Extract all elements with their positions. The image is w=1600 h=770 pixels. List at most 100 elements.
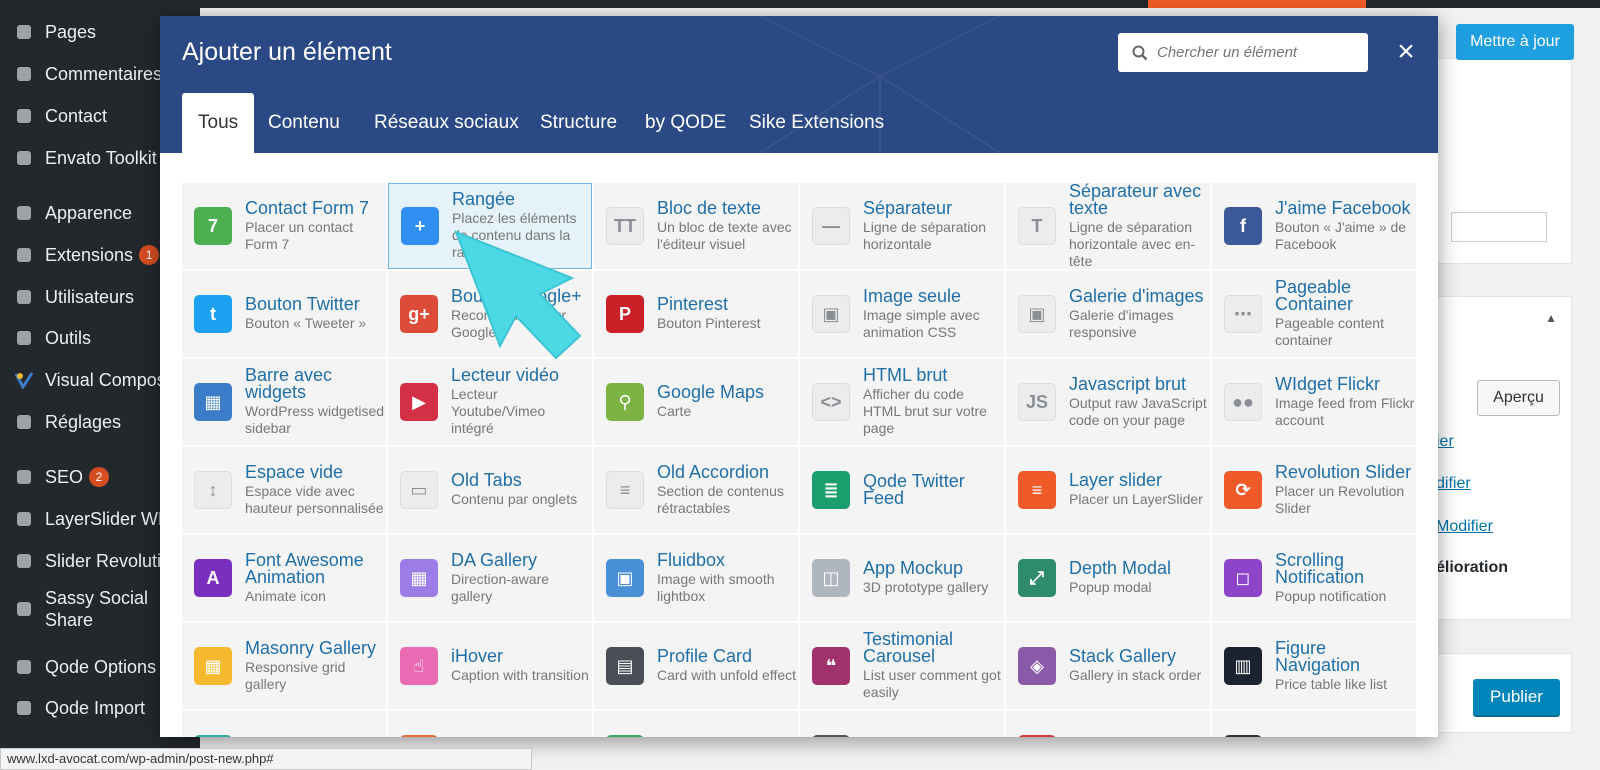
- element-map[interactable]: ⚲ Google Maps Carte: [594, 359, 798, 445]
- element-description: Popup modal: [1069, 579, 1152, 595]
- element-separator[interactable]: — Séparateur Ligne de séparation horizonta…: [800, 183, 1004, 269]
- element-text: J'aime Facebook Bouton « J'aime » de Face…: [1275, 200, 1415, 253]
- element-text: DA Gallery Direction-aware gallery: [451, 552, 591, 605]
- tab-structure[interactable]: Structure: [524, 93, 633, 153]
- element-image-with[interactable]: Image with: [800, 711, 1004, 737]
- element-app-mockup[interactable]: ◫ App Mockup 3D prototype gallery: [800, 535, 1004, 621]
- element-name: Depth Modal: [1069, 560, 1172, 578]
- gallery-icon: ▣: [1018, 295, 1056, 333]
- element-text: Revolution Slider Placer un Revolution Sl…: [1275, 464, 1415, 517]
- element-revolution-slider[interactable]: ⟳ Revolution Slider Placer un Revolution S…: [1212, 447, 1416, 533]
- element-separator-text[interactable]: T Séparateur avec texte Ligne de séparatio…: [1006, 183, 1210, 269]
- search-input[interactable]: [1157, 44, 1347, 61]
- tab-r-seaux-sociaux[interactable]: Réseaux sociaux: [358, 93, 535, 153]
- element-text-block[interactable]: TT Bloc de texte Un bloc de texte avec l'é…: [594, 183, 798, 269]
- update-button[interactable]: Mettre à jour: [1456, 24, 1574, 60]
- element-figure-navigation[interactable]: ▥ Figure Navigation Price table like list: [1212, 623, 1416, 709]
- element-masonry[interactable]: ▦ Masonry Gallery Responsive grid gallery: [182, 623, 386, 709]
- tab-sike-extensions[interactable]: Sike Extensions: [733, 93, 900, 153]
- element-description: Gallery in stack order: [1069, 667, 1202, 683]
- element-font-awesome[interactable]: A Font Awesome Animation Animate icon: [182, 535, 386, 621]
- element-text: Bloc de texte Un bloc de texte avec l'édi…: [657, 200, 797, 253]
- element-stack-gallery[interactable]: ◈ Stack Gallery Gallery in stack order: [1006, 623, 1210, 709]
- depth-modal-icon: ⤢: [1018, 559, 1056, 597]
- element-hover[interactable]: ☝ iHover Caption with transition: [388, 623, 592, 709]
- element-depth-modal[interactable]: ⤢ Depth Modal Popup modal: [1006, 535, 1210, 621]
- sidebar-item-label: Commentaires: [45, 63, 163, 84]
- element-description: Animate icon: [245, 587, 326, 604]
- users-icon: [12, 285, 36, 309]
- element-facebook[interactable]: f J'aime Facebook Bouton « J'aime » de Fac…: [1212, 183, 1416, 269]
- element-text: Galerie d'images Galerie d'images respons…: [1069, 288, 1209, 341]
- edit-link-3[interactable]: Modifier: [1436, 518, 1493, 536]
- element-animate-button[interactable]: Animate Button: [1212, 711, 1416, 737]
- element-name: Font Awesome Animation: [245, 551, 364, 587]
- search-box[interactable]: [1118, 33, 1368, 72]
- element-twitter-feed[interactable]: ≣ Qode Twitter Feed: [800, 447, 1004, 533]
- element-accordion[interactable]: ≡ Old Accordion Section de contenus rétrac…: [594, 447, 798, 533]
- element-empty-space[interactable]: ↕ Espace vide Espace vide avec hauteur per…: [182, 447, 386, 533]
- da-gallery-icon: ▦: [400, 559, 438, 597]
- element-name: J'aime Facebook: [1275, 199, 1411, 218]
- element-name: Séparateur: [863, 199, 953, 218]
- yoast-seo-icon: [194, 735, 232, 737]
- element-description: Price table like list: [1275, 675, 1388, 692]
- element-parallax[interactable]: Parallax: [1006, 711, 1210, 737]
- element-da-gallery[interactable]: ▦ DA Gallery Direction-aware gallery: [388, 535, 592, 621]
- element-pageable[interactable]: ⋯ Pageable Container Pageable content cont…: [1212, 271, 1416, 357]
- collapse-arrow-icon[interactable]: ▲: [1545, 311, 1557, 325]
- element-name: Séparateur avec texte: [1069, 182, 1202, 218]
- sidebar-item-label: Apparence: [45, 202, 133, 223]
- edit-link-1[interactable]: ier: [1436, 433, 1454, 451]
- preview-button[interactable]: Aperçu: [1477, 380, 1560, 416]
- mail-icon: [12, 104, 36, 128]
- element-text: Bouton Twitter Bouton « Tweeter »: [245, 296, 385, 332]
- element-notification[interactable]: ◻ Scrolling Notification Popup notificatio…: [1212, 535, 1416, 621]
- element-widget-sidebar[interactable]: ▦ Barre avec widgets WordPress widgetised …: [182, 359, 386, 445]
- layer-slider-icon: ≡: [1018, 471, 1056, 509]
- tab-by-qode[interactable]: by QODE: [629, 93, 742, 153]
- element-image[interactable]: ▣ Image seule Image simple avec animation …: [800, 271, 1004, 357]
- element-javascript[interactable]: JS Javascript brut Output raw JavaScript c…: [1006, 359, 1210, 445]
- element-description: Ligne de séparation horizontale avec en-…: [1069, 218, 1196, 269]
- element-text: iHover Caption with transition: [451, 648, 591, 684]
- element-description: Pageable content container: [1275, 315, 1384, 348]
- element-yoast-seo[interactable]: Yoast SEO: [182, 711, 386, 737]
- element-html[interactable]: <> HTML brut Afficher du code HTML brut su…: [800, 359, 1004, 445]
- element-layer-slider[interactable]: ≡ Layer slider Placer un LayerSlider: [1006, 447, 1210, 533]
- publish-button[interactable]: Publier: [1473, 679, 1560, 717]
- element-fluidbox[interactable]: ▣ Fluidbox Image with smooth lightbox: [594, 535, 798, 621]
- element-name: Qode Twitter Feed: [863, 473, 965, 507]
- element-video[interactable]: ▶ Lecteur vidéo Lecteur Youtube/Vimeo inté…: [388, 359, 592, 445]
- element-profile-card[interactable]: ▤ Profile Card Card with unfold effect: [594, 623, 798, 709]
- element-name: Revolution Slider: [1275, 463, 1412, 482]
- contact-form-icon: 7: [194, 207, 232, 245]
- element-text: Profile Card Card with unfold effect: [657, 648, 797, 684]
- element-pinterest[interactable]: P Pinterest Bouton Pinterest: [594, 271, 798, 357]
- refresh-icon: [12, 549, 36, 573]
- element-text: Google Maps Carte: [657, 384, 797, 420]
- element-flickr[interactable]: ●● WIdget Flickr Image feed from Flickr ac…: [1212, 359, 1416, 445]
- element-twitter[interactable]: t Bouton Twitter Bouton « Tweeter »: [182, 271, 386, 357]
- element-tabs[interactable]: ▭ Old Tabs Contenu par onglets: [388, 447, 592, 533]
- element-product-cover[interactable]: Product Cover: [594, 711, 798, 737]
- edit-link-2[interactable]: difier: [1436, 475, 1471, 493]
- element-description: Contenu par onglets: [451, 491, 578, 507]
- tab-tous[interactable]: Tous: [182, 93, 255, 153]
- element-description: Bouton « J'aime » de Facebook: [1275, 218, 1407, 252]
- element-contact-form[interactable]: 7 Contact Form 7 Placer un contact Form 7: [182, 183, 386, 269]
- close-icon[interactable]: ×: [1390, 35, 1422, 68]
- sidebar-item-label: Contact: [45, 105, 108, 126]
- element-text: HTML brut Afficher du code HTML brut sur …: [863, 367, 1003, 437]
- element-gallery[interactable]: ▣ Galerie d'images Galerie d'images respon…: [1006, 271, 1210, 357]
- element-name: Bloc de texte: [657, 199, 762, 218]
- sidebar-item-label: LayerSlider WP: [45, 508, 171, 529]
- element-text: Javascript brut Output raw JavaScript cod…: [1069, 376, 1209, 429]
- element-testimonial[interactable]: ❝ Testimonial Carousel List user comment g…: [800, 623, 1004, 709]
- product-cover-icon: [606, 735, 644, 737]
- element-medium-gallery[interactable]: Medium Gallery: [388, 711, 592, 737]
- notification-badge: 2: [89, 467, 110, 487]
- panel-field[interactable]: [1451, 212, 1547, 242]
- tab-contenu[interactable]: Contenu: [252, 93, 356, 153]
- element-text: Stack Gallery Gallery in stack order: [1069, 648, 1209, 684]
